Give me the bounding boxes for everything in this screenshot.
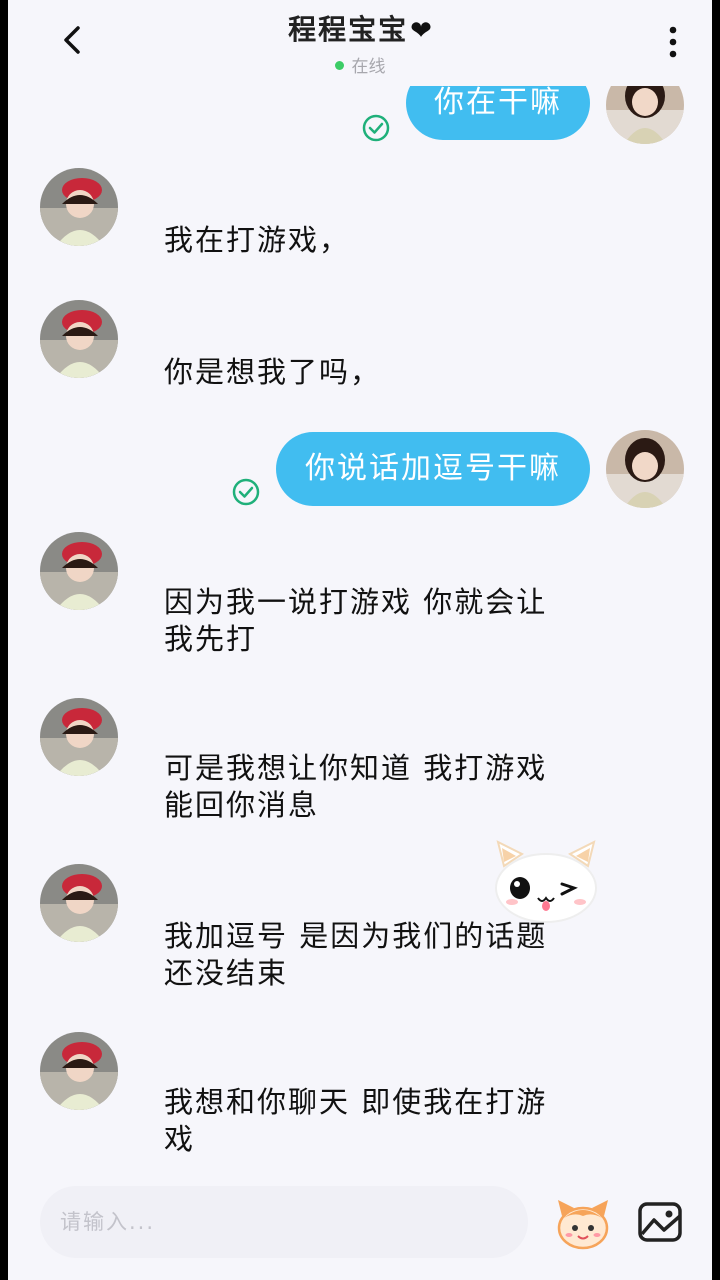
- message-line: 能回你消息: [164, 788, 320, 822]
- avatar-self[interactable]: [606, 430, 684, 508]
- more-vertical-icon[interactable]: [666, 24, 680, 60]
- message-text[interactable]: 你是想我了吗，: [164, 354, 584, 391]
- input-bar: 请输入...: [8, 1186, 712, 1266]
- avatar-contact[interactable]: [40, 168, 118, 246]
- avatar-contact[interactable]: [40, 300, 118, 378]
- avatar-contact[interactable]: [40, 698, 118, 776]
- online-dot-icon: [334, 61, 344, 70]
- avatar-contact[interactable]: [40, 864, 118, 942]
- online-status: 在线: [8, 52, 712, 77]
- status-label: 在线: [351, 57, 386, 77]
- message-line: 我先打: [164, 622, 258, 656]
- avatar-contact[interactable]: [40, 1032, 118, 1110]
- message-line: 因为我一说打游戏 你就会让: [164, 585, 548, 619]
- message-line: 我想和你聊天 即使我在打游: [164, 1085, 548, 1119]
- message-text[interactable]: 我在打游戏，: [164, 222, 584, 259]
- image-icon[interactable]: [636, 1198, 684, 1246]
- heart-icon: ❤: [410, 16, 432, 46]
- contact-name: 程程宝宝: [288, 13, 409, 46]
- avatar-contact[interactable]: [40, 532, 118, 610]
- cat-sticker[interactable]: [490, 838, 602, 926]
- message-text[interactable]: 可是我想让你知道 我打游戏 能回你消息: [164, 750, 584, 824]
- emoji-face-icon[interactable]: [554, 1194, 612, 1252]
- message-text[interactable]: 我加逗号 是因为我们的话题 还没结束: [164, 918, 584, 992]
- message-text[interactable]: 我想和你聊天 即使我在打游 戏: [164, 1084, 584, 1158]
- chat-header: 程程宝宝❤ 在线: [8, 0, 712, 86]
- chat-screen: 程程宝宝❤ 在线 你在干嘛 我在打游戏， 你是想我了吗， 你说话加逗号干嘛 因为…: [8, 0, 712, 1280]
- message-input[interactable]: 请输入...: [40, 1186, 528, 1258]
- read-check-icon: [232, 478, 260, 506]
- message-line: 我加逗号 是因为我们的话题: [164, 919, 548, 953]
- message-text[interactable]: 因为我一说打游戏 你就会让 我先打: [164, 584, 584, 658]
- message-line: 戏: [164, 1122, 196, 1156]
- read-check-icon: [362, 114, 390, 142]
- message-bubble[interactable]: 你说话加逗号干嘛: [276, 432, 590, 506]
- message-line: 还没结束: [164, 956, 289, 990]
- title-block: 程程宝宝❤ 在线: [8, 8, 712, 77]
- message-line: 可是我想让你知道 我打游戏: [164, 751, 548, 785]
